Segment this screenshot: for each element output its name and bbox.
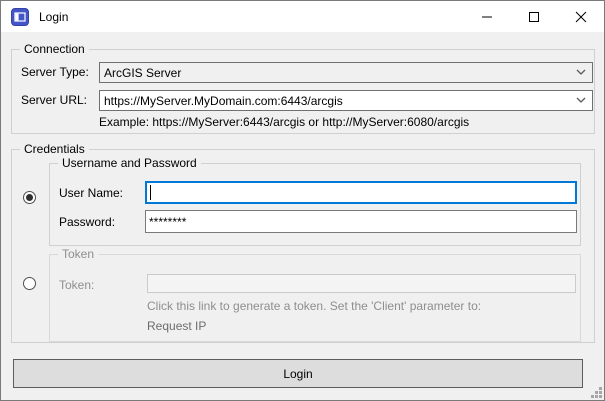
server-type-value: ArcGIS Server [104, 66, 181, 80]
minimize-button[interactable] [463, 1, 510, 32]
form-window-icon [11, 8, 29, 26]
server-url-combobox[interactable]: https://MyServer.MyDomain.com:6443/arcgi… [99, 90, 593, 111]
server-type-label: Server Type: [21, 65, 89, 79]
close-icon [575, 11, 587, 23]
maximize-button[interactable] [510, 1, 557, 32]
server-url-label: Server URL: [21, 93, 87, 107]
window-controls [463, 1, 604, 32]
token-client-link[interactable]: Request IP [147, 319, 206, 333]
username-password-radio[interactable] [23, 191, 36, 204]
token-legend: Token [58, 247, 98, 261]
window-title: Login [39, 10, 68, 24]
token-hint-text: Click this link to generate a token. Set… [147, 299, 481, 313]
user-name-input[interactable] [145, 181, 577, 204]
server-type-combobox[interactable]: ArcGIS Server [99, 62, 593, 83]
resize-grip-icon[interactable] [589, 385, 602, 398]
server-url-value: https://MyServer.MyDomain.com:6443/arcgi… [104, 94, 343, 108]
token-label: Token: [59, 278, 94, 292]
login-button[interactable]: Login [13, 359, 583, 388]
radio-dot [26, 194, 33, 201]
token-radio[interactable] [23, 277, 36, 290]
username-password-legend: Username and Password [58, 156, 201, 170]
username-password-group: Username and Password [49, 163, 581, 246]
token-group: Token [49, 254, 581, 342]
minimize-icon [481, 11, 493, 23]
title-bar: Login [1, 1, 604, 32]
server-url-example: Example: https://MyServer:6443/arcgis or… [99, 115, 469, 129]
chevron-down-icon [576, 69, 586, 76]
login-button-label: Login [283, 367, 312, 381]
connection-legend: Connection [20, 42, 89, 56]
token-input [147, 274, 576, 293]
password-input[interactable] [145, 210, 577, 233]
maximize-icon [528, 11, 540, 23]
login-dialog: Login Connection Server Type: ArcGIS Ser… [0, 0, 605, 401]
chevron-down-icon [576, 97, 586, 104]
text-caret [150, 185, 151, 200]
user-name-label: User Name: [59, 186, 123, 200]
credentials-legend: Credentials [20, 142, 89, 156]
close-button[interactable] [557, 1, 604, 32]
password-label: Password: [59, 215, 115, 229]
